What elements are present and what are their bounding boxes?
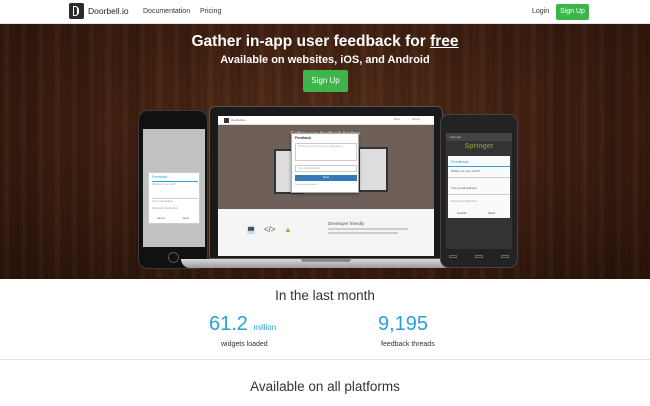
laptop-site-navbar: Doorbell.io Docs Pricing xyxy=(218,116,434,125)
iphone-feedback-form: Feedback What's on your mind? Your email… xyxy=(148,172,200,224)
android-message-field: What's on your mind? xyxy=(451,169,480,173)
stat-value-widgets: 61.2 million xyxy=(209,312,276,340)
laptop-site-link-docs: Docs xyxy=(394,118,400,121)
hero-subtitle: Available on websites, iOS, and Android xyxy=(220,54,430,66)
laptop-modal-message-placeholder: Send us your comments or suggestions... xyxy=(298,145,344,148)
iphone-send-button: Send xyxy=(183,217,189,220)
stats-title: In the last month xyxy=(275,288,375,303)
brand-link[interactable]: Doorbell.io xyxy=(69,3,129,19)
laptop-site-brand: Doorbell.io xyxy=(231,118,246,122)
stat-value-unit: million xyxy=(253,323,277,332)
android-send-button: Send xyxy=(488,211,496,215)
iphone-powered-by: Powered by Doorbell.io xyxy=(152,207,178,210)
android-feedback-form: Feedback What's on your mind? Your email… xyxy=(448,156,510,218)
nav-signup-button[interactable]: Sign Up xyxy=(556,4,589,20)
laptop-site-link-pricing: Pricing xyxy=(412,118,420,121)
android-app-banner: Springer xyxy=(464,143,494,150)
laptop-logo-icon xyxy=(224,118,229,123)
android-form-title: Feedback xyxy=(451,159,469,164)
laptop-modal-message-field: Send us your comments or suggestions... xyxy=(295,143,357,161)
iphone-home-button xyxy=(168,252,179,263)
android-email-field: Your email address xyxy=(451,186,477,190)
laptop-screen: Doorbell.io Docs Pricing Gather user fee… xyxy=(218,116,434,256)
android-powered-by: Powered by Doorbell.io xyxy=(451,200,477,203)
hero-title: Gather in-app user feedback for free xyxy=(0,33,650,51)
iphone-mockup: Feedback What's on your mind? Your email… xyxy=(138,110,208,269)
menu-icon xyxy=(501,255,509,258)
laptop-modal-title: Feedback xyxy=(295,136,312,140)
android-app-bar: Springer xyxy=(446,133,512,141)
laptop-feature-text xyxy=(328,228,408,230)
stat-value-number: 9,195 xyxy=(378,313,429,335)
login-link[interactable]: Login xyxy=(532,7,549,17)
hero-title-prefix: Gather in-app user feedback for xyxy=(191,33,431,50)
iphone-message-field: What's on your mind? xyxy=(152,183,177,186)
android-form-divider xyxy=(448,166,510,167)
laptop-base xyxy=(181,259,471,268)
laptop-feature-text xyxy=(328,232,398,234)
hero-title-emphasis: free xyxy=(430,33,459,50)
doorbell-logo-icon xyxy=(69,3,84,19)
nav-link-documentation[interactable]: Documentation xyxy=(143,7,190,17)
iphone-email-field: Your email address xyxy=(152,200,174,203)
stat-value-number: 61.2 xyxy=(209,313,248,335)
laptop-feature-title: Developer friendly xyxy=(328,221,365,226)
brand-name: Doorbell.io xyxy=(88,6,129,16)
laptop-feedback-modal: Feedback Send us your comments or sugges… xyxy=(291,133,359,193)
laptop-modal-send-label: Send xyxy=(323,176,329,179)
stat-label-threads: feedback threads xyxy=(381,341,435,348)
hero-signup-button[interactable]: Sign Up xyxy=(303,70,348,92)
laptop-modal-powered-by: Powered by Doorbell.io xyxy=(295,184,318,186)
home-icon xyxy=(475,255,483,258)
iphone-field-divider xyxy=(152,198,198,199)
laptop-site-features: 💻 </> ▲ Developer friendly xyxy=(218,209,434,256)
back-icon xyxy=(449,255,457,258)
laptop-site-device-image xyxy=(358,147,388,192)
platforms-title: Available on all platforms xyxy=(250,379,400,394)
iphone-cancel-button: Cancel xyxy=(157,217,165,220)
laptop-modal-send-button: Send xyxy=(295,175,357,181)
android-field-divider xyxy=(448,194,510,195)
laptop-site-hero: Gather user feedback for free. Feedback … xyxy=(218,125,434,209)
hero-section: Gather in-app user feedback for free Ava… xyxy=(0,24,650,279)
laptop-icon: 💻 xyxy=(246,225,256,234)
laptop-modal-email-field: Your email address xyxy=(295,165,357,172)
iphone-form-title: Feedback xyxy=(152,175,168,179)
stat-value-threads: 9,195 xyxy=(378,312,428,336)
section-divider xyxy=(0,359,650,360)
top-navbar: Doorbell.io Documentation Pricing Login … xyxy=(0,0,650,24)
nav-link-pricing[interactable]: Pricing xyxy=(200,7,221,17)
android-screen: Springer Springer Feedback What's on you… xyxy=(446,133,512,249)
stat-label-widgets: widgets loaded xyxy=(221,341,268,348)
android-mockup: Springer Springer Feedback What's on you… xyxy=(440,114,518,268)
laptop-mockup: Doorbell.io Docs Pricing Gather user fee… xyxy=(209,106,443,259)
android-cancel-button: Cancel xyxy=(457,211,467,215)
laptop-modal-email-placeholder: Your email address xyxy=(298,167,320,170)
android-app-bar-title: Springer xyxy=(450,135,462,139)
iphone-screen: Feedback What's on your mind? Your email… xyxy=(143,129,205,247)
android-field-divider xyxy=(448,177,510,178)
code-icon: </> xyxy=(264,225,276,234)
android-nav-keys xyxy=(449,255,509,261)
android-icon: ▲ xyxy=(284,225,292,234)
iphone-form-divider xyxy=(152,181,198,182)
